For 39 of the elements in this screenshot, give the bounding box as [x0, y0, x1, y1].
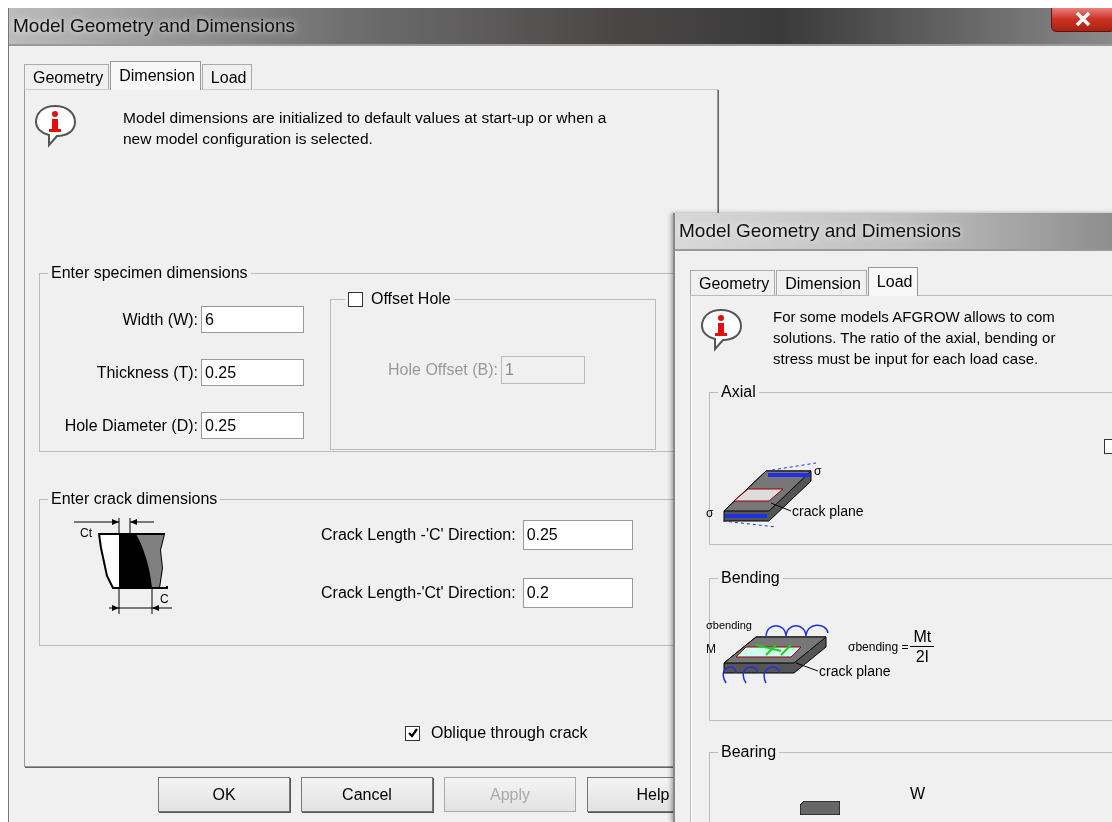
close-button[interactable]: [1051, 8, 1112, 32]
group-title: Bending: [720, 569, 781, 587]
input-field[interactable]: 0.2: [522, 578, 633, 608]
window-title: Model Geometry and Dimensions: [678, 220, 961, 242]
window-title: Model Geometry and Dimensions: [12, 15, 295, 37]
field-label: Thickness (T):: [96, 363, 198, 382]
tab[interactable]: Geometry: [690, 270, 776, 295]
bearing-load-drawing: [800, 801, 840, 815]
group-title: Enter crack dimensions: [50, 490, 219, 508]
checkbox-label: Oblique through crack: [431, 724, 588, 742]
tab[interactable]: Geometry: [24, 64, 110, 89]
field-label: Crack Length -'C' Direction:: [321, 526, 516, 544]
field-label: Crack Length-'Ct' Direction:: [321, 584, 516, 602]
checkbox-label: Offset Hole: [371, 290, 451, 308]
info-icon: [699, 306, 743, 352]
field-label: Hole Diameter (D):: [64, 416, 198, 435]
group-title: Axial: [720, 383, 757, 401]
input-field[interactable]: 0.25: [522, 520, 633, 550]
checkbox[interactable]: [405, 725, 420, 741]
input-field[interactable]: 0.25: [201, 359, 304, 386]
info-message: Model dimensions are initialized to default values at start-up or when a new model configuration is selected.: [123, 108, 607, 149]
group-title: Bearing: [720, 743, 778, 761]
tab[interactable]: Load: [867, 267, 919, 296]
tab[interactable]: Load: [201, 64, 253, 89]
info-message: For some models AFGROW allows to com solutions. The ratio of the axial, bending or stress must be input for each load case.: [773, 307, 1056, 369]
group-title: Enter specimen dimensions: [50, 264, 249, 282]
tab[interactable]: Dimension: [776, 270, 867, 295]
info-icon: [33, 102, 77, 148]
dialog-button[interactable]: OK: [158, 777, 290, 812]
crack-diagram-drawing: Ct C: [74, 518, 184, 614]
tab[interactable]: Dimension: [110, 61, 201, 90]
formula-text: W: [910, 785, 926, 803]
input-field[interactable]: 0.25: [201, 412, 304, 439]
input-field[interactable]: 6: [201, 306, 304, 333]
axial-load-drawing: σ σ crack plane: [706, 441, 906, 531]
checkbox[interactable]: [348, 291, 363, 307]
dialog-button[interactable]: Cancel: [301, 777, 433, 812]
field-label: Width (W):: [122, 310, 198, 329]
field-label: Hole Offset (B):: [388, 361, 498, 379]
